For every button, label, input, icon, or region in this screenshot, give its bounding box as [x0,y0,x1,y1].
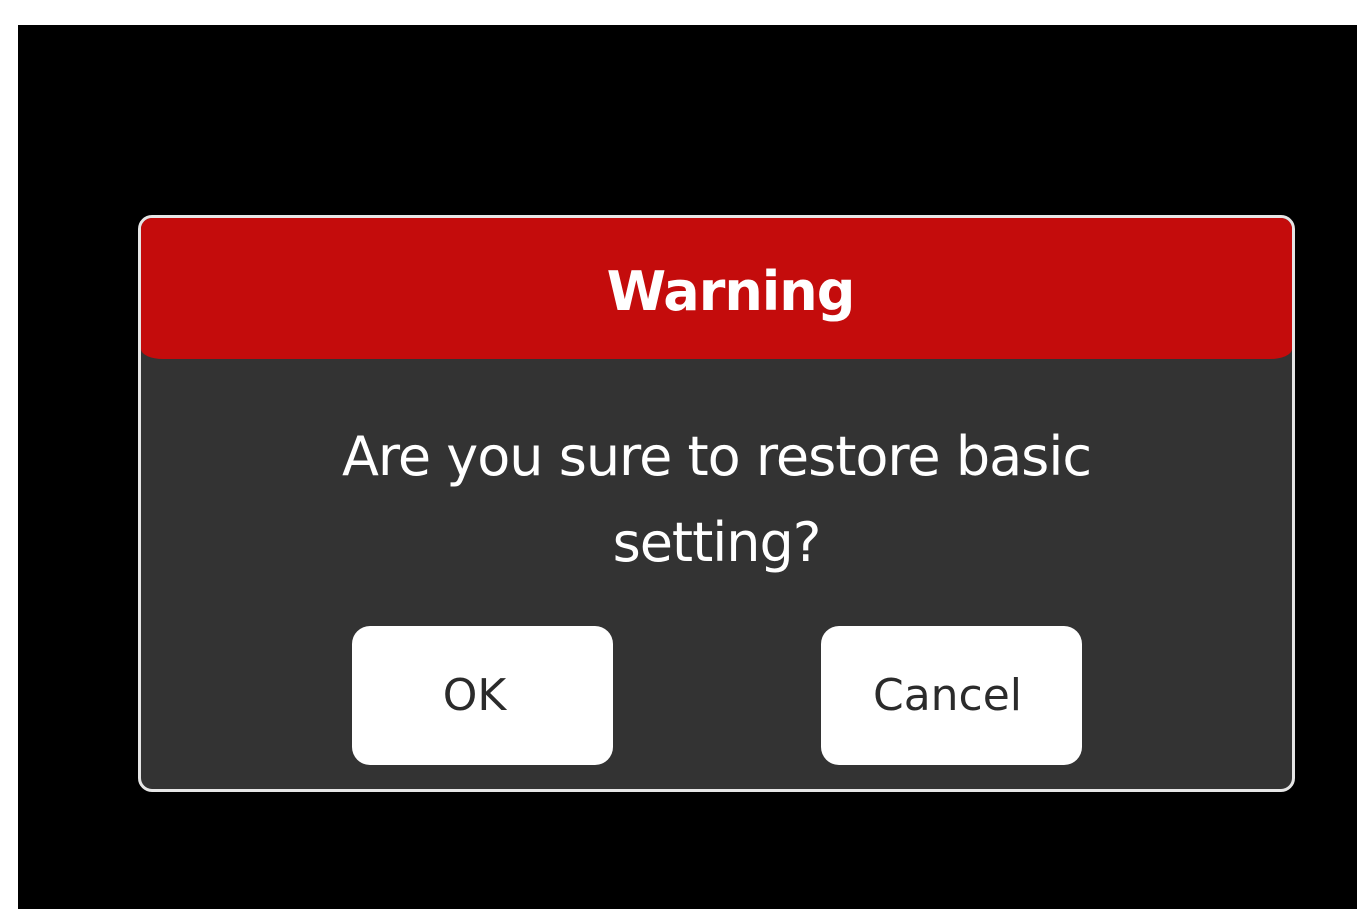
dialog-message: Are you sure to restore basic setting? [341,425,1092,574]
ok-button[interactable]: OK [352,626,613,765]
warning-dialog: Warning Are you sure to restore basic se… [138,215,1295,792]
cancel-button[interactable]: Cancel [821,626,1082,765]
dialog-title: Warning [606,260,856,323]
cancel-button-label: Cancel [872,670,1023,721]
screen-background: Warning Are you sure to restore basic se… [18,25,1357,909]
ok-button-label: OK [442,670,507,721]
dialog-header: Warning [141,218,1292,359]
